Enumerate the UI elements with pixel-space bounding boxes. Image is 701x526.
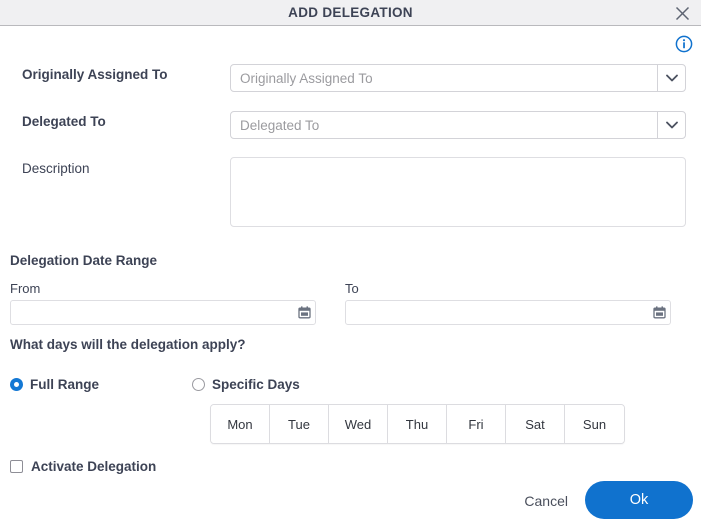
originally-assigned-to-label: Originally Assigned To (22, 67, 168, 82)
checkbox-indicator (10, 460, 23, 473)
close-icon[interactable] (671, 2, 693, 24)
day-button-mon[interactable]: Mon (211, 405, 270, 443)
from-label: From (10, 281, 41, 296)
ok-button[interactable]: Ok (585, 481, 693, 519)
originally-assigned-to-value: Originally Assigned To (240, 70, 373, 86)
dialog-footer: Cancel Ok (0, 478, 701, 526)
delegated-to-select[interactable]: Delegated To (230, 111, 686, 139)
radio-label-specific-days: Specific Days (212, 377, 300, 392)
description-textarea[interactable] (230, 157, 686, 227)
day-button-sat[interactable]: Sat (506, 405, 565, 443)
description-label: Description (22, 161, 90, 176)
from-date-input[interactable] (10, 300, 316, 325)
radio-indicator-full-range (10, 378, 23, 391)
to-date-input[interactable] (345, 300, 671, 325)
dialog-titlebar: ADD DELEGATION (0, 0, 701, 26)
dialog-title: ADD DELEGATION (288, 5, 413, 20)
radio-indicator-specific-days (192, 378, 205, 391)
day-button-thu[interactable]: Thu (388, 405, 447, 443)
activate-delegation-checkbox[interactable]: Activate Delegation (10, 459, 156, 474)
chevron-down-icon[interactable] (657, 65, 685, 91)
day-button-wed[interactable]: Wed (329, 405, 388, 443)
dialog-body: Originally Assigned To Originally Assign… (0, 26, 701, 526)
radio-specific-days[interactable]: Specific Days (192, 377, 300, 392)
cancel-button[interactable]: Cancel (518, 489, 574, 513)
delegation-date-range-heading: Delegation Date Range (10, 253, 158, 268)
delegated-to-value: Delegated To (240, 117, 320, 133)
activate-delegation-label: Activate Delegation (31, 459, 157, 474)
chevron-down-icon[interactable] (657, 112, 685, 138)
calendar-icon[interactable] (293, 306, 315, 319)
day-button-tue[interactable]: Tue (270, 405, 329, 443)
day-button-sun[interactable]: Sun (565, 405, 624, 443)
radio-full-range[interactable]: Full Range (10, 377, 99, 392)
to-label: To (345, 281, 359, 296)
day-button-fri[interactable]: Fri (447, 405, 506, 443)
calendar-icon[interactable] (648, 306, 670, 319)
originally-assigned-to-select[interactable]: Originally Assigned To (230, 64, 686, 92)
day-buttons-group: Mon Tue Wed Thu Fri Sat Sun (210, 404, 625, 444)
days-question-label: What days will the delegation apply? (10, 337, 246, 352)
delegated-to-label: Delegated To (22, 114, 106, 129)
radio-label-full-range: Full Range (30, 377, 100, 392)
